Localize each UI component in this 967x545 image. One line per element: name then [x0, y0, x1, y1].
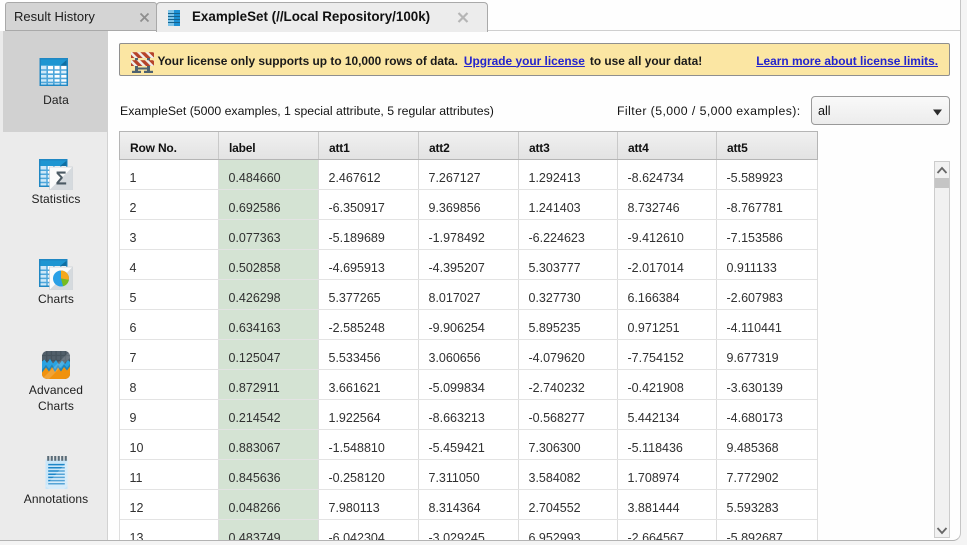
svg-text:Σ: Σ: [56, 168, 67, 189]
